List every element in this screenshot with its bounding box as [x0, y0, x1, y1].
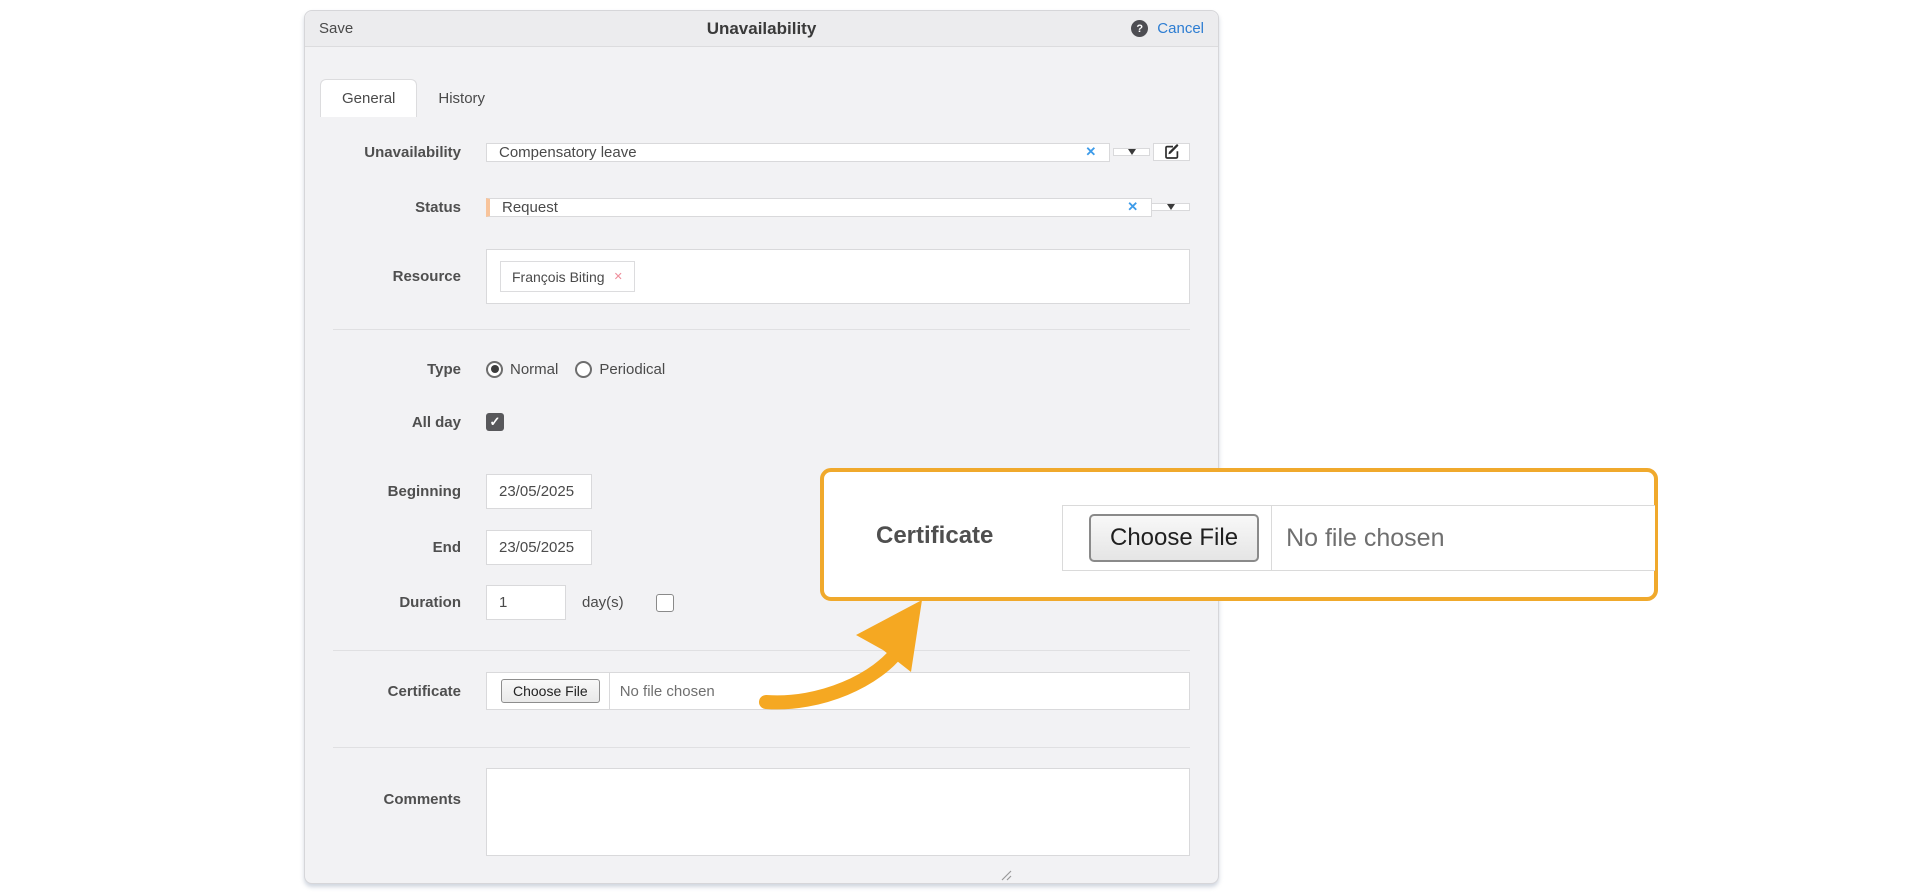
all-day-row: All day ✓	[333, 412, 1190, 432]
end-label: End	[333, 539, 461, 556]
status-label: Status	[333, 199, 461, 216]
radio-label-normal: Normal	[510, 361, 558, 378]
duration-value: 1	[487, 594, 519, 611]
unavailability-value: Compensatory leave	[487, 144, 649, 161]
end-value: 23/05/2025	[487, 539, 586, 556]
help-icon[interactable]: ?	[1131, 20, 1148, 37]
radio-selected-icon[interactable]	[486, 361, 503, 378]
callout-file-input[interactable]: Choose File No file chosen	[1062, 505, 1655, 571]
radio-option-periodical[interactable]: Periodical	[575, 361, 665, 378]
resource-input[interactable]: François Biting ✕	[486, 249, 1190, 304]
comments-textarea[interactable]	[486, 768, 1190, 856]
status-input[interactable]: Request ✕	[486, 198, 1152, 217]
duration-input[interactable]: 1	[486, 585, 566, 620]
file-input-divider	[1271, 506, 1272, 570]
unavailability-input[interactable]: Compensatory leave ✕	[486, 143, 1110, 162]
section-divider	[333, 650, 1190, 651]
end-date-input[interactable]: 23/05/2025	[486, 530, 592, 565]
section-divider	[333, 747, 1190, 748]
beginning-label: Beginning	[333, 483, 461, 500]
clear-icon[interactable]: ✕	[1114, 199, 1151, 215]
resource-row: Resource François Biting ✕	[333, 249, 1190, 304]
tab-general[interactable]: General	[320, 79, 417, 117]
comments-label: Comments	[333, 768, 461, 856]
all-day-label: All day	[333, 414, 461, 431]
all-day-checkbox[interactable]: ✓	[486, 413, 504, 431]
status-value: Request	[490, 199, 570, 216]
comments-row: Comments	[333, 768, 1190, 856]
type-row: Type Normal Periodical	[333, 359, 1190, 379]
radio-unselected-icon[interactable]	[575, 361, 592, 378]
callout-file-status-text: No file chosen	[1286, 524, 1444, 553]
radio-option-normal[interactable]: Normal	[486, 361, 558, 378]
type-label: Type	[333, 361, 461, 378]
beginning-value: 23/05/2025	[487, 483, 586, 500]
certificate-label: Certificate	[333, 683, 461, 700]
unavailability-dialog: Save Unavailability ? Cancel General His…	[304, 10, 1219, 884]
edit-pencil-icon	[1164, 144, 1180, 160]
beginning-date-input[interactable]: 23/05/2025	[486, 474, 592, 509]
dialog-header: Save Unavailability ? Cancel	[305, 11, 1218, 47]
remove-tag-icon[interactable]: ✕	[614, 270, 623, 283]
duration-unit-label: day(s)	[582, 594, 624, 611]
choose-file-button[interactable]: Choose File	[501, 679, 600, 703]
status-dropdown-button[interactable]	[1151, 203, 1190, 211]
callout-certificate-label: Certificate	[876, 522, 993, 550]
resize-grip-icon[interactable]	[1000, 869, 1012, 881]
unavailability-dropdown-button[interactable]	[1113, 148, 1150, 156]
caret-down-icon	[1128, 149, 1136, 155]
radio-label-periodical: Periodical	[599, 361, 665, 378]
resource-label: Resource	[333, 268, 461, 285]
unavailability-row: Unavailability Compensatory leave ✕	[333, 133, 1190, 171]
resource-tag-name: François Biting	[512, 269, 605, 285]
file-input-divider	[609, 673, 610, 709]
certificate-zoom-callout: Certificate Choose File No file chosen	[820, 468, 1658, 601]
duration-checkbox[interactable]	[656, 594, 674, 612]
duration-label: Duration	[333, 594, 461, 611]
section-divider	[333, 329, 1190, 330]
unavailability-label: Unavailability	[333, 144, 461, 161]
unavailability-edit-button[interactable]	[1153, 143, 1190, 161]
resource-tag: François Biting ✕	[500, 261, 635, 292]
tab-history[interactable]: History	[417, 80, 506, 117]
clear-icon[interactable]: ✕	[1072, 144, 1109, 160]
certificate-row: Certificate Choose File No file chosen	[333, 672, 1190, 710]
certificate-file-input[interactable]: Choose File No file chosen	[486, 672, 1190, 710]
caret-down-icon	[1167, 204, 1175, 210]
callout-choose-file-button[interactable]: Choose File	[1089, 514, 1259, 562]
tab-bar: General History	[320, 79, 1218, 117]
file-status-text: No file chosen	[620, 683, 715, 700]
status-row: Status Request ✕	[333, 188, 1190, 226]
save-button[interactable]: Save	[319, 20, 353, 37]
dialog-title: Unavailability	[305, 19, 1218, 39]
cancel-button[interactable]: Cancel	[1157, 20, 1204, 37]
